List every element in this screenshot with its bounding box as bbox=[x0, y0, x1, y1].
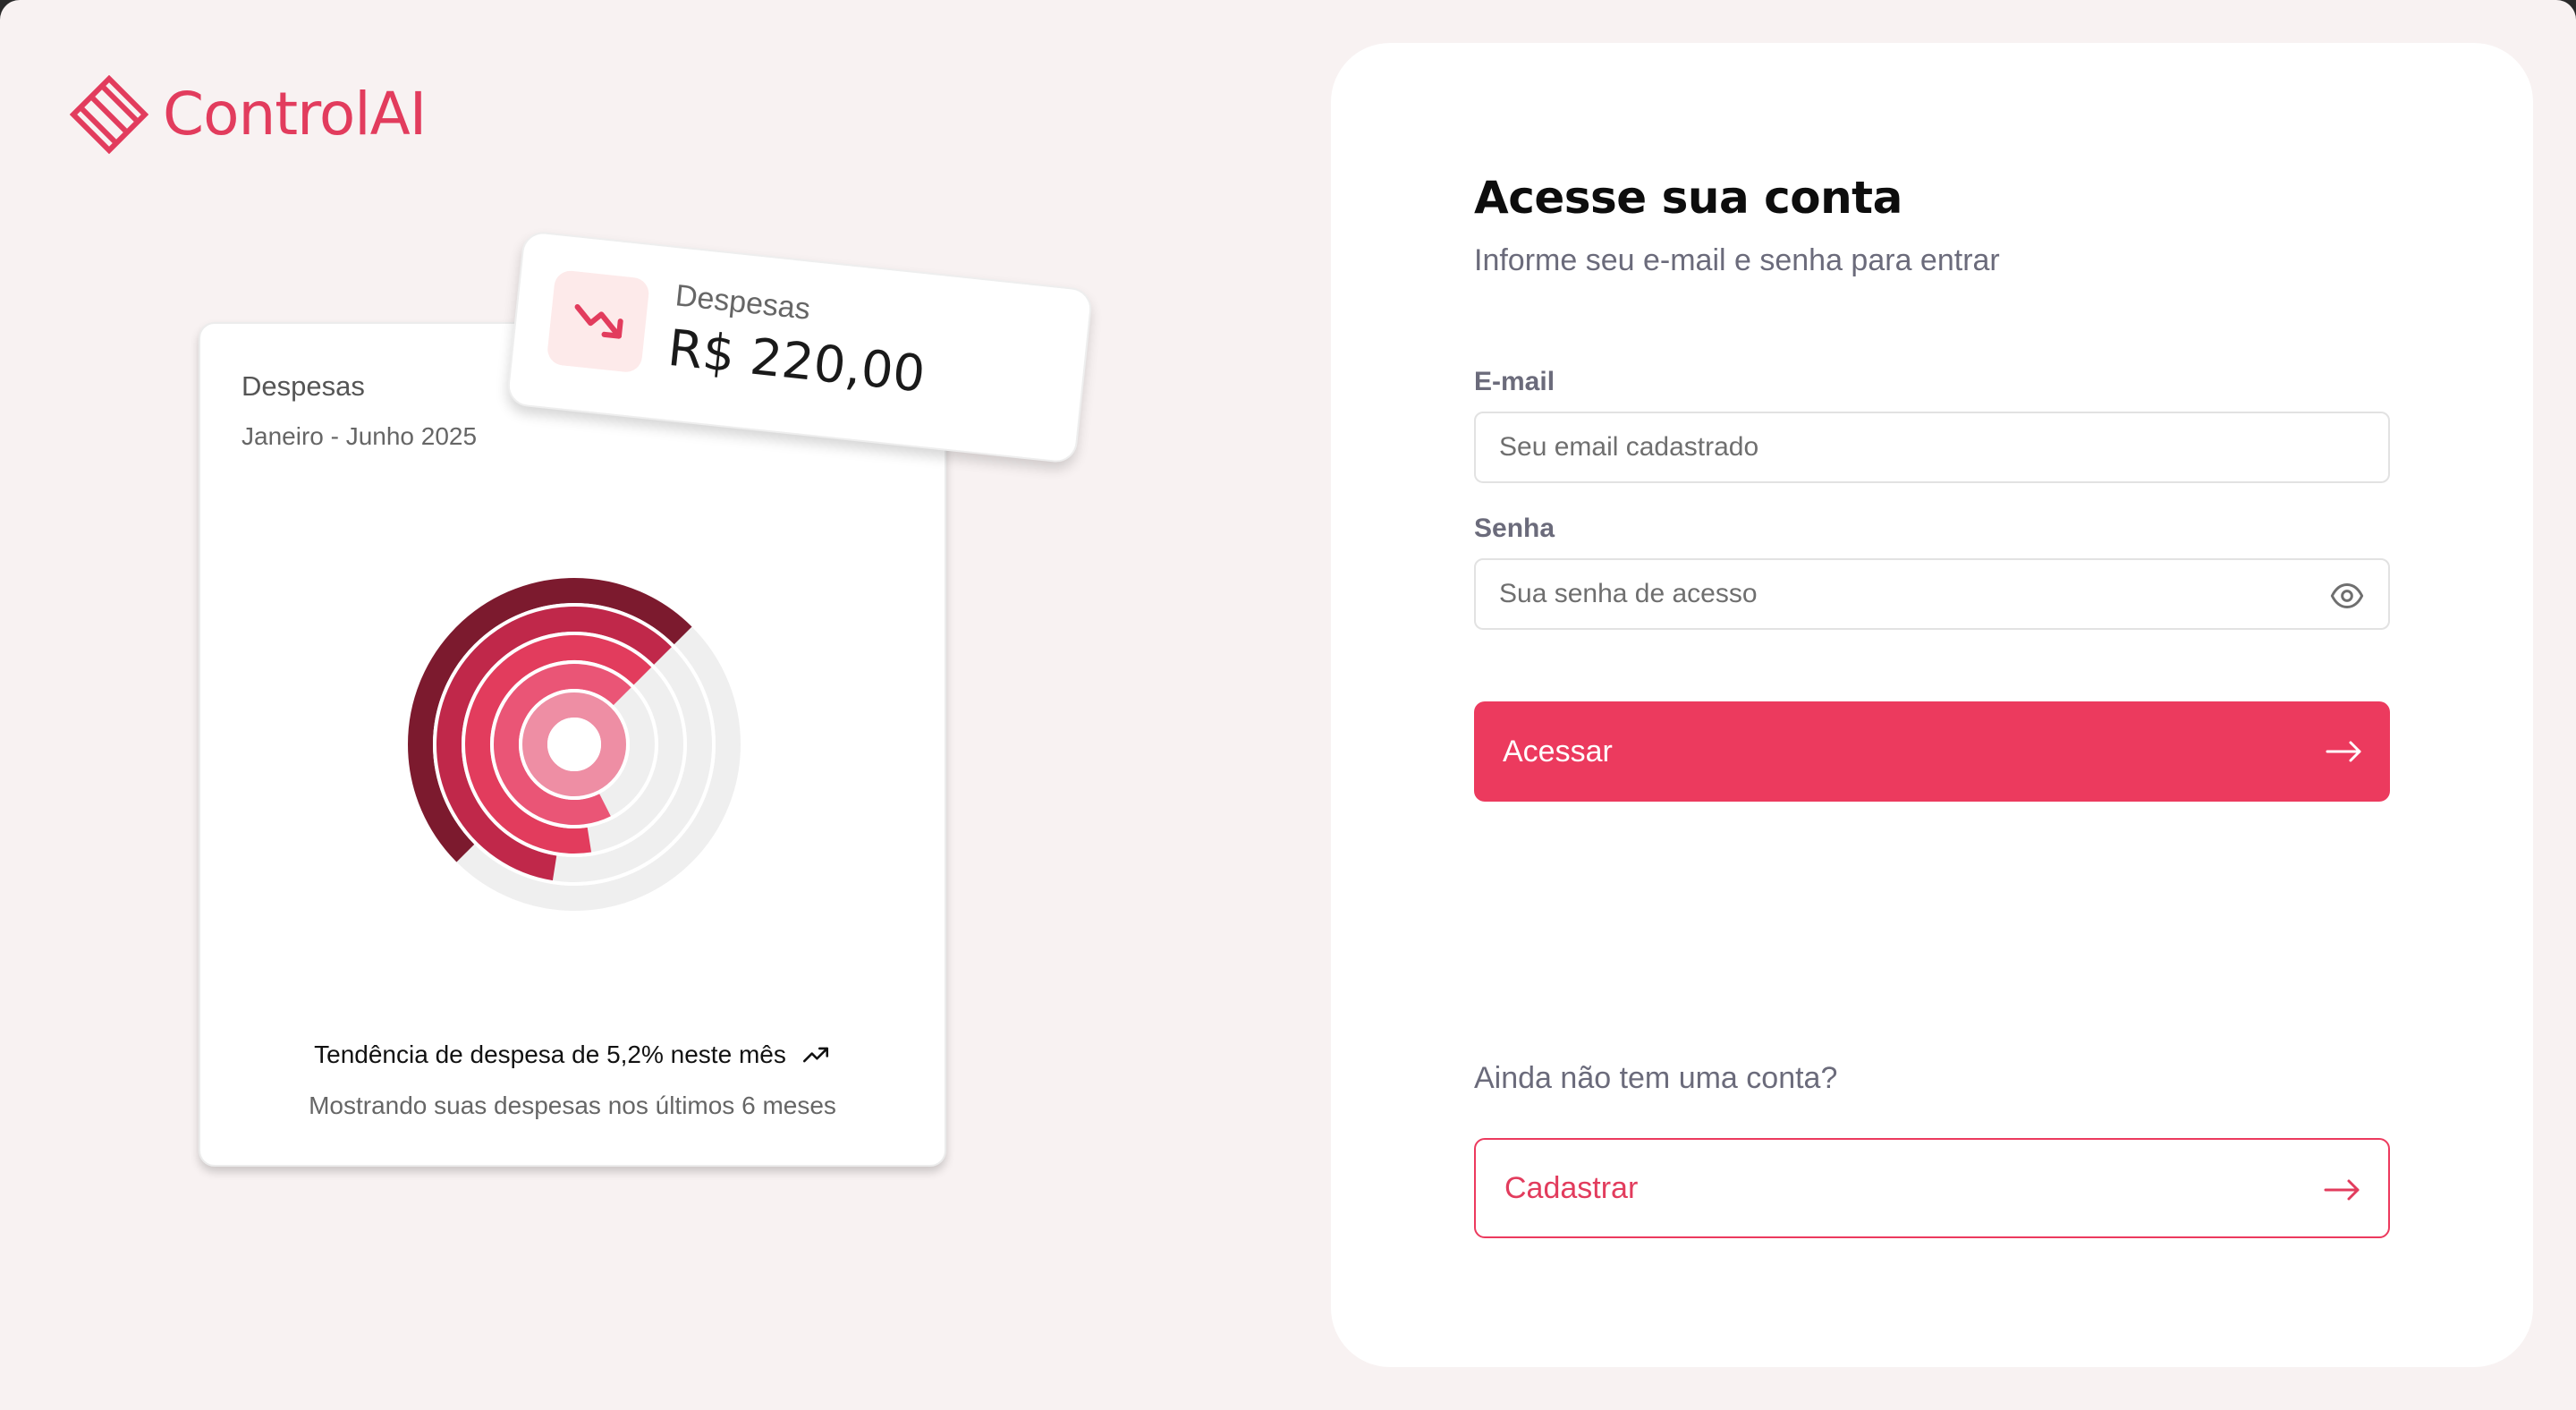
expense-icon-box bbox=[546, 269, 651, 374]
arrow-right-icon bbox=[2326, 741, 2361, 762]
trend-text: Tendência de despesa de 5,2% neste mês bbox=[314, 1041, 786, 1068]
password-field[interactable]: Sua senha de acesso bbox=[1474, 558, 2390, 630]
signup-button-label: Cadastrar bbox=[1504, 1170, 1639, 1205]
brand-logo: ControlAI bbox=[70, 75, 427, 154]
login-button[interactable]: Acessar bbox=[1474, 701, 2390, 802]
chart-caption: Mostrando suas despesas nos últimos 6 me… bbox=[309, 1091, 836, 1119]
email-field[interactable]: Seu email cadastrado bbox=[1474, 412, 2390, 483]
login-panel: Acesse sua conta Informe seu e-mail e se… bbox=[1331, 43, 2533, 1367]
trend-line: Tendência de despesa de 5,2% neste mês bbox=[200, 1040, 945, 1070]
password-placeholder: Sua senha de acesso bbox=[1499, 579, 1758, 608]
login-heading: Acesse sua conta bbox=[1474, 172, 1902, 224]
signup-question: Ainda não tem uma conta? bbox=[1474, 1061, 1838, 1095]
email-label: E-mail bbox=[1474, 367, 1555, 396]
login-subheading: Informe seu e-mail e senha para entrar bbox=[1474, 243, 2000, 277]
signup-button[interactable]: Cadastrar bbox=[1474, 1138, 2390, 1238]
radial-bar-4 bbox=[522, 692, 626, 796]
password-label: Senha bbox=[1474, 514, 1555, 543]
login-button-label: Acessar bbox=[1503, 734, 1613, 769]
arrow-right-icon bbox=[2324, 1179, 2360, 1201]
eye-icon[interactable] bbox=[2329, 578, 2365, 614]
email-placeholder: Seu email cadastrado bbox=[1499, 432, 1759, 462]
trending-down-icon bbox=[574, 304, 623, 339]
logo-icon bbox=[70, 75, 148, 154]
summary-value: R$ 220,00 bbox=[665, 319, 928, 404]
summary-label: Despesas bbox=[674, 278, 812, 327]
expense-chart-card: Despesas Janeiro - Junho 2025 Tendência … bbox=[199, 322, 946, 1167]
trending-up-icon bbox=[802, 1047, 828, 1063]
login-screen: ControlAI Despesas Janeiro - Junho 2025 … bbox=[0, 0, 2576, 1410]
radial-separator-4 bbox=[547, 718, 601, 771]
brand-name: ControlAI bbox=[163, 80, 427, 149]
